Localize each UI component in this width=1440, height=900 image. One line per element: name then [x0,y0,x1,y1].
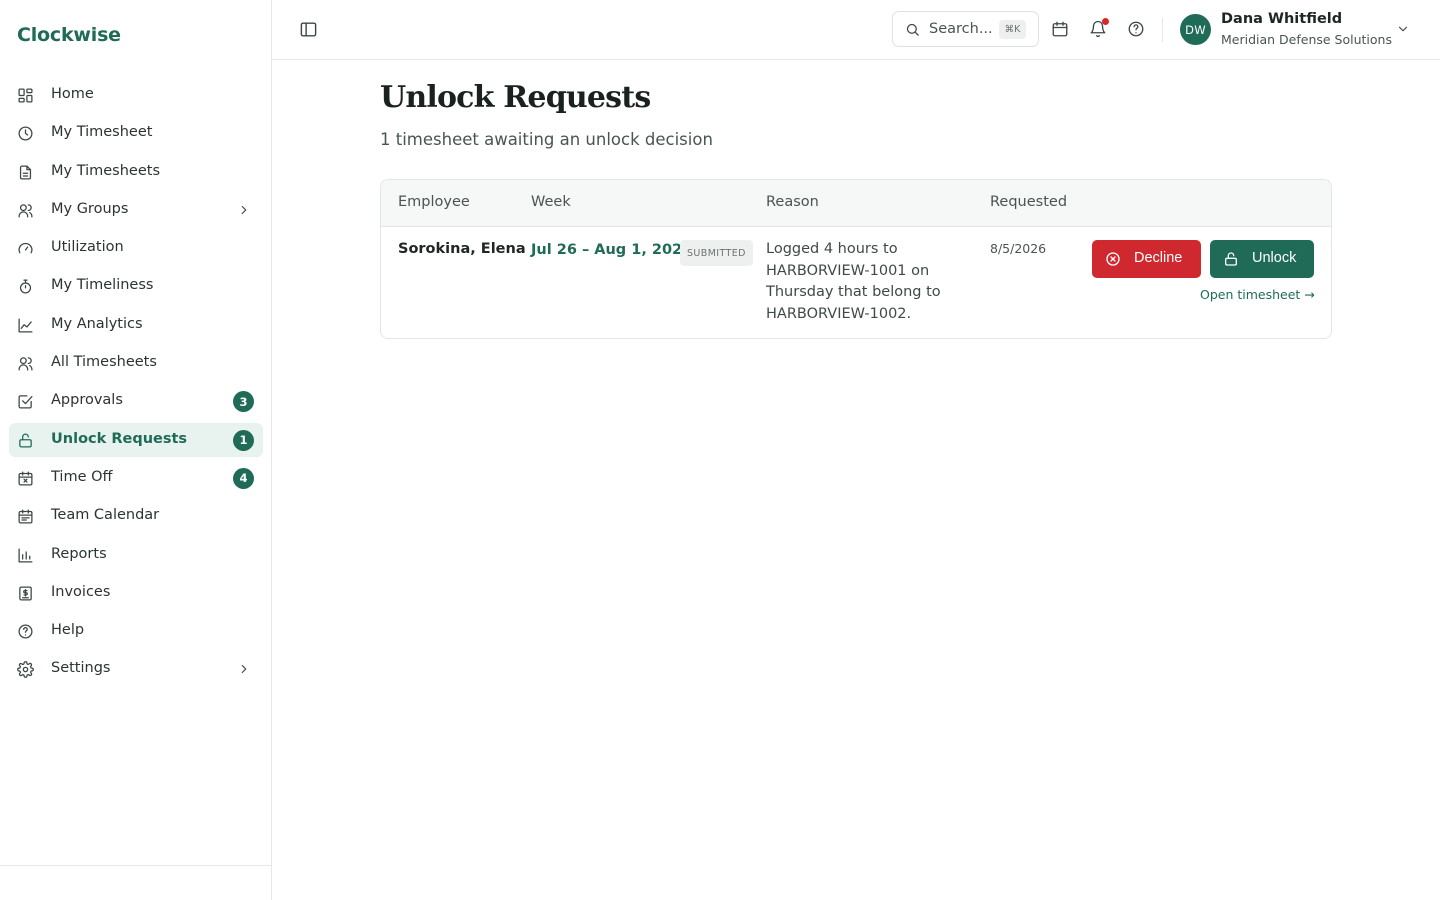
column-header-reason: Reason [766,194,819,210]
unlock-button[interactable]: Unlock [1210,240,1314,278]
unlock-icon [17,432,34,449]
users-icon [17,202,34,219]
calendar-icon[interactable] [1051,20,1069,38]
home-icon [17,87,34,104]
table-header: Employee Week Reason Requested [381,180,1331,227]
sidebar-item-label: My Timesheet [51,124,153,141]
sidebar-item-my-timeliness[interactable]: My Timeliness [9,269,263,303]
week-link[interactable]: Jul 26 – Aug 1, 2026 [531,242,692,258]
sidebar-item-reports[interactable]: Reports [9,538,263,572]
column-header-employee: Employee [398,194,470,210]
search-input[interactable]: Search... ⌘K [892,11,1039,47]
approvals-count-badge: 3 [233,391,254,413]
sidebar-item-label: Time Off [51,468,113,485]
search-icon [905,22,920,37]
decline-button[interactable]: Decline [1092,240,1201,278]
sidebar-item-home[interactable]: Home [9,78,263,112]
sidebar-item-team-calendar[interactable]: Team Calendar [9,499,263,533]
unlock-requests-count-badge: 1 [233,429,254,451]
notification-dot [1102,18,1109,25]
requested-date: 8/5/2026 [990,241,1047,256]
decline-button-label: Decline [1134,250,1183,266]
sidebar-item-my-timesheet[interactable]: My Timesheet [9,116,263,150]
clock-icon [17,125,34,142]
open-timesheet-link[interactable]: Open timesheet → [1200,287,1315,302]
sidebar-item-label: Home [51,86,94,102]
sidebar-item-label: All Timesheets [51,354,157,371]
sidebar-item-approvals[interactable]: Approvals 3 [9,384,263,418]
line-chart-icon [17,317,34,334]
sidebar-item-label: Unlock Requests [51,430,188,447]
sidebar-item-label: Team Calendar [51,507,160,524]
sidebar-nav: Home My Timesheet My Timesheets My Group… [9,78,263,691]
calendar-icon [17,508,34,525]
topbar: Search... ⌘K DW Dana Whitfield Meridian … [272,0,1440,60]
user-organization: Meridian Defense Solutions [1221,32,1392,47]
sidebar-item-help[interactable]: Help [9,614,263,648]
bell-icon[interactable] [1089,18,1109,38]
sidebar-item-label: Settings [51,660,111,677]
column-header-week: Week [531,194,571,210]
help-icon [17,623,34,640]
search-placeholder: Search... [929,21,993,37]
sidebar-item-time-off[interactable]: Time Off 4 [9,461,263,495]
gauge-icon [17,240,34,257]
status-badge: SUBMITTED [680,240,753,266]
topbar-divider [1162,18,1163,42]
x-circle-icon [1105,251,1121,267]
page-title: Unlock Requests [380,80,651,115]
sidebar-item-all-timesheets[interactable]: All Timesheets [9,346,263,380]
sidebar-item-label: My Analytics [51,315,143,332]
users-icon [17,355,34,372]
sidebar-item-label: Utilization [51,239,124,256]
unlock-requests-table: Employee Week Reason Requested Sorokina,… [380,179,1332,339]
sidebar-item-utilization[interactable]: Utilization [9,231,263,265]
check-square-icon [17,393,34,410]
sidebar-toggle-icon[interactable] [299,20,318,39]
sidebar-item-label: My Groups [51,200,129,217]
time-off-count-badge: 4 [233,467,254,489]
reason-text: Logged 4 hours to HARBORVIEW-1001 on Thu… [766,241,941,322]
sidebar-item-label: Reports [51,545,107,562]
gear-icon [17,661,34,679]
app-logo[interactable]: Clockwise [17,24,121,46]
sidebar-item-my-groups[interactable]: My Groups [9,193,263,227]
sidebar-item-invoices[interactable]: Invoices [9,576,263,610]
calendar-x-icon [17,470,34,487]
sidebar-item-label: Approvals [51,392,123,409]
sidebar-item-label: Invoices [51,583,111,600]
sidebar-item-label: My Timeliness [51,277,154,294]
unlock-button-label: Unlock [1252,250,1297,266]
unlock-icon [1223,251,1239,267]
chevron-right-icon [237,662,251,676]
column-header-requested: Requested [990,194,1068,210]
sidebar-item-settings[interactable]: Settings [9,652,263,686]
user-name[interactable]: Dana Whitfield [1221,11,1342,27]
chevron-down-icon[interactable] [1396,22,1410,36]
sidebar-item-label: My Timesheets [51,162,161,179]
sidebar-item-unlock-requests[interactable]: Unlock Requests 1 [9,422,263,457]
app-root: Clockwise Home My Timesheet My Timesheet… [0,0,1440,900]
sidebar-item-my-analytics[interactable]: My Analytics [9,308,263,342]
document-icon [17,164,34,181]
employee-name: Sorokina, Elena [398,241,526,257]
search-shortcut-hint: ⌘K [999,20,1026,39]
invoice-icon [17,585,34,602]
avatar[interactable]: DW [1180,14,1211,45]
page-subtitle: 1 timesheet awaiting an unlock decision [380,130,713,149]
sidebar-footer-divider [0,865,271,866]
sidebar-item-my-timesheets[interactable]: My Timesheets [9,155,263,189]
sidebar-item-label: Help [51,622,85,639]
chevron-right-icon [237,203,251,217]
stopwatch-icon [17,278,34,295]
bar-chart-icon [17,547,34,564]
sidebar: Clockwise Home My Timesheet My Timesheet… [0,0,272,900]
help-icon[interactable] [1127,20,1145,38]
